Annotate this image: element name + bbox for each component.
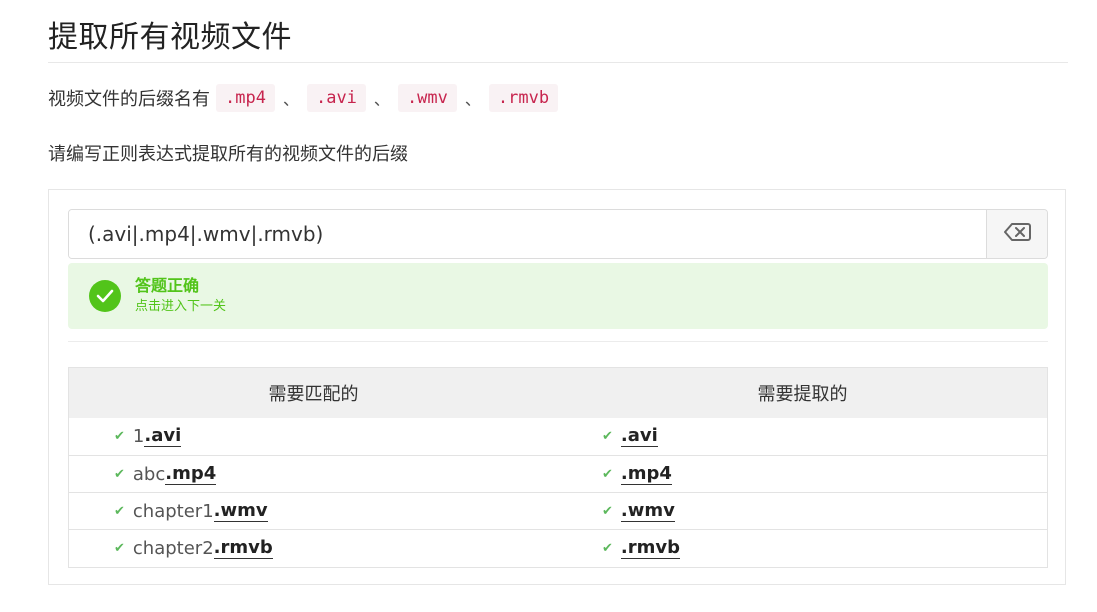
unmatched-text: 1 (132, 426, 145, 447)
header-to-match: 需要匹配的 (268, 384, 359, 405)
match-cell: ✔ chapter1 .wmv (69, 493, 559, 529)
matched-text: .mp4 (165, 462, 217, 485)
next-level-link[interactable]: 点击进入下一关 (135, 297, 226, 317)
match-table: 需要匹配的 需要提取的 ✔ 1 .avi ✔ .avi ✔ abc .mp4 ✔… (68, 367, 1048, 568)
matched-text: .wmv (213, 499, 268, 522)
extension-code: .mp4 (216, 84, 275, 112)
extension-code: .wmv (397, 84, 457, 112)
check-icon: ✔ (602, 540, 613, 556)
exercise-card: 答题正确 点击进入下一关 需要匹配的 需要提取的 ✔ 1 .avi ✔ .avi (48, 189, 1066, 585)
check-icon: ✔ (602, 503, 613, 519)
page-title: 提取所有视频文件 (48, 20, 292, 55)
check-icon: ✔ (114, 429, 125, 444)
extract-cell: ✔ .rmvb (559, 530, 1047, 566)
card-divider (68, 341, 1048, 342)
separator: 、 (464, 90, 481, 109)
matched-text: .rmvb (213, 536, 273, 559)
matched-text: .avi (144, 425, 182, 447)
match-cell: ✔ 1 .avi (69, 418, 559, 455)
extracted-text: .avi (620, 425, 658, 447)
check-icon: ✔ (114, 466, 125, 482)
check-icon: ✔ (602, 429, 613, 444)
regex-answer-box (68, 209, 1048, 259)
check-icon: ✔ (114, 540, 125, 556)
match-cell: ✔ abc .mp4 (69, 456, 559, 492)
extracted-text: .mp4 (620, 462, 672, 485)
unmatched-text: chapter1 (132, 500, 214, 522)
regex-input[interactable] (69, 210, 986, 258)
description-prefix: 视频文件的后缀名有 (48, 89, 210, 110)
separator: 、 (282, 90, 299, 109)
extract-cell: ✔ .mp4 (559, 456, 1047, 492)
check-icon: ✔ (114, 503, 125, 519)
match-cell: ✔ chapter2 .rmvb (69, 530, 559, 566)
table-header: 需要匹配的 需要提取的 (69, 368, 1047, 418)
result-banner[interactable]: 答题正确 点击进入下一关 (68, 263, 1048, 329)
separator: 、 (373, 90, 390, 109)
description-line: 视频文件的后缀名有 .mp4 、 .avi 、 .wmv 、 .rmvb (48, 82, 559, 114)
extension-code: .rmvb (488, 84, 559, 112)
extracted-text: .rmvb (620, 536, 680, 559)
header-to-extract: 需要提取的 (757, 384, 848, 405)
check-icon: ✔ (602, 466, 613, 482)
backspace-icon (1003, 222, 1031, 246)
table-row: ✔ 1 .avi ✔ .avi (69, 418, 1047, 455)
extracted-text: .wmv (620, 499, 675, 522)
check-circle-icon (89, 280, 121, 312)
instruction-text: 请编写正则表达式提取所有的视频文件的后缀 (48, 144, 408, 165)
table-row: ✔ chapter1 .wmv ✔ .wmv (69, 492, 1047, 529)
clear-input-button[interactable] (986, 210, 1047, 258)
title-divider (48, 62, 1068, 63)
result-title: 答题正确 (135, 276, 200, 295)
table-row: ✔ abc .mp4 ✔ .mp4 (69, 455, 1047, 492)
unmatched-text: chapter2 (132, 537, 214, 559)
unmatched-text: abc (132, 463, 166, 485)
table-row: ✔ chapter2 .rmvb ✔ .rmvb (69, 529, 1047, 566)
extract-cell: ✔ .avi (559, 418, 1047, 455)
extract-cell: ✔ .wmv (559, 493, 1047, 529)
extension-code: .avi (306, 84, 366, 112)
